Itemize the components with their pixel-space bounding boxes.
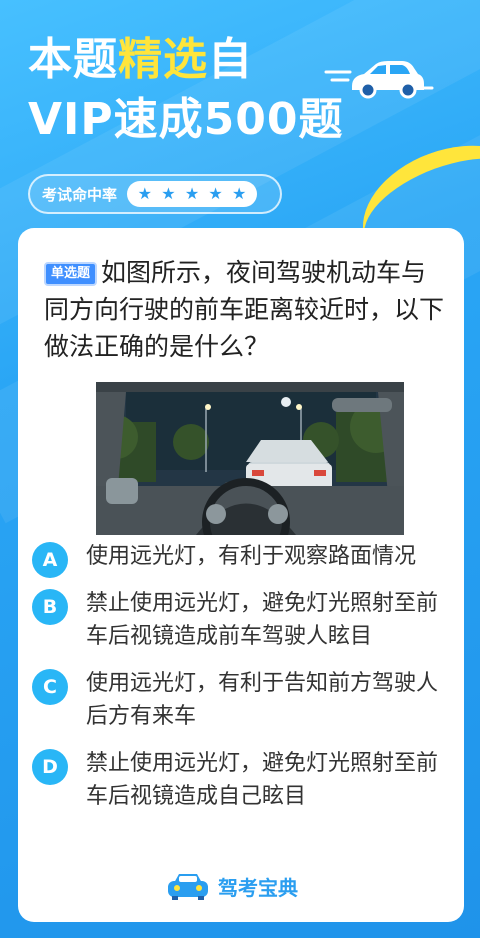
star-icon: ★ [184,184,200,203]
car-icon [324,61,434,99]
option-letter-badge: C [32,669,68,705]
options-list: A 使用远光灯，有利于观察路面情况 B 禁止使用远光灯，避免灯光照射至前车后视镜… [32,540,452,827]
option-text: 禁止使用远光灯，避免灯光照射至前车后视镜造成自己眩目 [86,751,439,809]
option-a[interactable]: A 使用远光灯，有利于观察路面情况 [32,540,452,578]
option-text: 使用远光灯，有利于告知前方驾驶人后方有来车 [86,671,439,729]
header: 本题精选自 VIP速成500题 [28,30,468,150]
question-card: 单选题 如图所示，夜间驾驶机动车与同方向行驶的前车距离较近时，以下做法正确的是什么… [18,228,464,922]
brand-logo: 驾考宝典 [166,868,298,904]
question-type-badge: 单选题 [44,262,98,286]
option-text: 使用远光灯，有利于观察路面情况 [86,544,417,569]
option-letter-badge: D [32,749,68,785]
hit-rate-bar: 考试命中率 ★ ★ ★ ★ ★ [28,174,282,214]
question-text: 如图所示，夜间驾驶机动车与同方向行驶的前车距离较近时，以下做法正确的是什么？ [44,258,445,361]
brand-name: 驾考宝典 [218,875,298,900]
question-image [96,382,404,535]
star-icon: ★ [137,184,152,203]
star-icon: ★ [161,184,176,203]
option-b[interactable]: B 禁止使用远光灯，避免灯光照射至前车后视镜造成前车驾驶人眩目 [32,587,452,653]
car-logo-icon [168,874,208,900]
star-icon: ★ [232,184,247,203]
option-letter-badge: A [32,542,68,578]
star-rating: ★ ★ ★ ★ ★ [127,181,258,207]
hit-rate-label: 考试命中率 [42,185,118,204]
option-d[interactable]: D 禁止使用远光灯，避免灯光照射至前车后视镜造成自己眩目 [32,747,452,813]
option-c[interactable]: C 使用远光灯，有利于告知前方驾驶人后方有来车 [32,667,452,733]
option-letter-badge: B [32,589,68,625]
star-icon: ★ [208,184,223,203]
title-highlight: 精选 [118,34,208,85]
question: 单选题 如图所示，夜间驾驶机动车与同方向行驶的前车距离较近时，以下做法正确的是什么… [44,254,448,365]
option-text: 禁止使用远光灯，避免灯光照射至前车后视镜造成前车驾驶人眩目 [86,591,439,649]
